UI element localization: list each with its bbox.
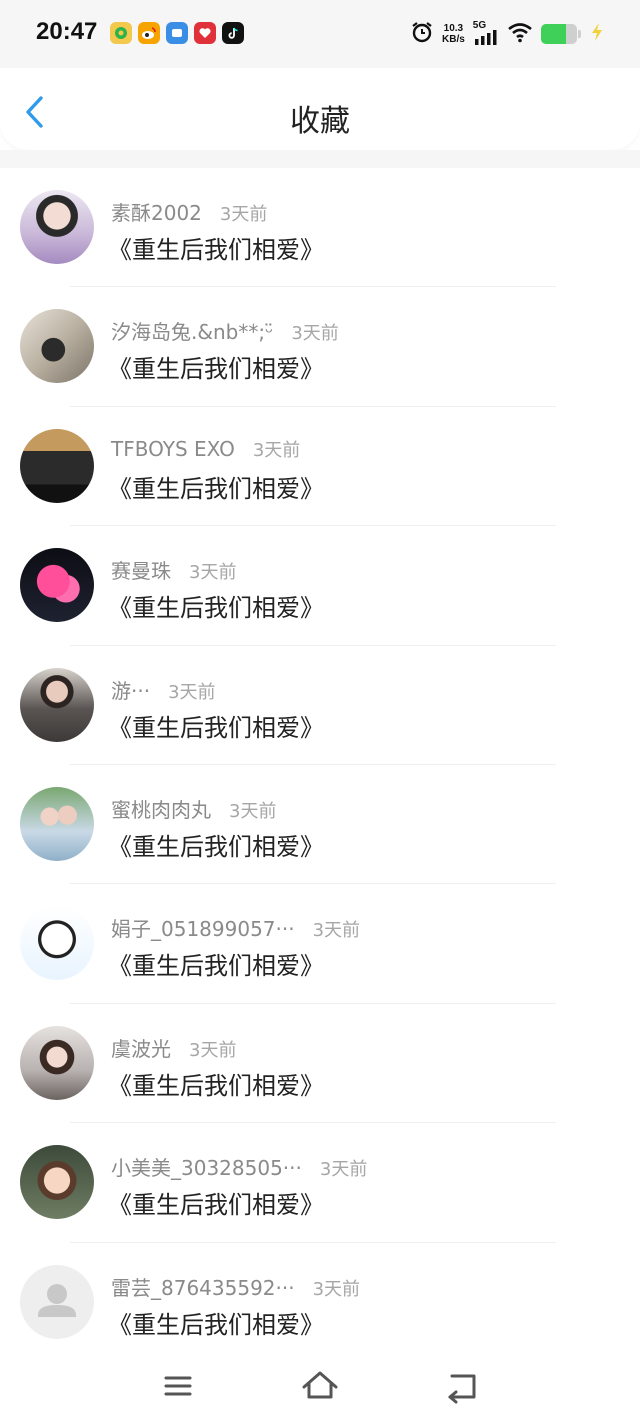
- favorite-title[interactable]: 《重生后我们相爱》: [108, 349, 324, 384]
- avatar[interactable]: [20, 428, 94, 503]
- avatar[interactable]: [20, 1025, 94, 1100]
- title-bar: 收藏: [0, 68, 640, 150]
- favorite-title[interactable]: 《重生后我们相爱》: [108, 1066, 324, 1101]
- timestamp: 3天前: [312, 920, 361, 942]
- username[interactable]: 虞波光: [111, 1033, 171, 1062]
- notification-app-icons: [110, 22, 244, 44]
- signal-5g-icon: 5G: [473, 20, 499, 46]
- item-meta: 游··· 3天前: [111, 675, 216, 704]
- username[interactable]: TFBOYS EXO: [111, 437, 235, 461]
- battery-icon: [540, 24, 577, 44]
- item-meta: 赛曼珠 3天前: [111, 555, 236, 584]
- favorite-title[interactable]: 《重生后我们相爱》: [108, 946, 324, 981]
- favorite-title[interactable]: 《重生后我们相爱》: [108, 1185, 324, 1220]
- favorite-title[interactable]: 《重生后我们相爱》: [108, 708, 324, 743]
- alarm-icon: [410, 20, 434, 48]
- favorites-list[interactable]: 素酥2002 3天前 《重生后我们相爱》 汐海岛兔.&nb**;ᵕ̈ 3天前 《重生后我们…: [0, 168, 640, 1362]
- timestamp: 3天前: [319, 1159, 368, 1181]
- default-user-icon: [38, 1283, 76, 1317]
- network-speed: 10.3 KB/s: [442, 23, 465, 45]
- username[interactable]: 游···: [111, 675, 150, 704]
- favorite-title[interactable]: 《重生后我们相爱》: [108, 588, 324, 623]
- favorite-item[interactable]: 赛曼珠 3天前《重生后我们相爱》: [0, 526, 640, 646]
- timestamp: 3天前: [219, 204, 268, 225]
- favorite-title[interactable]: 《重生后我们相爱》: [108, 230, 324, 265]
- username[interactable]: 雷芸_876435592···: [111, 1272, 295, 1301]
- timestamp: 3天前: [189, 562, 237, 584]
- avatar[interactable]: [20, 548, 94, 623]
- favorite-item[interactable]: 雷芸_876435592··· 3天前《重生后我们相爱》: [0, 1243, 640, 1362]
- timestamp: 3天前: [189, 1039, 237, 1061]
- item-meta: TFBOYS EXO 3天前: [111, 436, 300, 462]
- username[interactable]: 汐海岛兔.&nb**;ᵕ̈: [111, 316, 273, 345]
- favorite-title[interactable]: 《重生后我们相爱》: [108, 469, 324, 504]
- timestamp: 3天前: [252, 439, 301, 461]
- timestamp: 3天前: [291, 323, 339, 345]
- item-meta: 虞波光 3天前: [111, 1033, 236, 1062]
- header-divider: [0, 150, 640, 168]
- menu-button[interactable]: [158, 1366, 198, 1406]
- timestamp: 3天前: [168, 681, 216, 703]
- tiktok-icon: [222, 22, 244, 44]
- battery-indicator: [540, 24, 581, 44]
- avatar[interactable]: [20, 190, 94, 264]
- favorite-item[interactable]: 蜜桃肉肉丸 3天前《重生后我们相爱》: [0, 765, 640, 885]
- item-meta: 蜜桃肉肉丸 3天前: [111, 794, 276, 823]
- username[interactable]: 娟子_051899057···: [111, 913, 295, 942]
- back-nav-button[interactable]: [442, 1366, 482, 1406]
- favorite-item[interactable]: 汐海岛兔.&nb**;ᵕ̈ 3天前《重生后我们相爱》: [0, 287, 640, 407]
- home-button[interactable]: [300, 1366, 340, 1406]
- avatar[interactable]: [20, 1145, 94, 1220]
- status-bar: 20:47 10.3 KB/s 5G: [0, 0, 640, 68]
- favorite-item[interactable]: 小美美_30328505··· 3天前《重生后我们相爱》: [0, 1123, 640, 1243]
- username[interactable]: 赛曼珠: [111, 555, 171, 584]
- system-icons: 10.3 KB/s 5G: [410, 20, 605, 48]
- qq-music-icon: [110, 22, 132, 44]
- username[interactable]: 素酥2002: [111, 197, 202, 226]
- system-navigation-bar: [0, 1352, 640, 1422]
- avatar[interactable]: [20, 309, 94, 384]
- favorite-item[interactable]: 虞波光 3天前《重生后我们相爱》: [0, 1004, 640, 1124]
- item-meta: 雷芸_876435592··· 3天前: [111, 1272, 360, 1301]
- favorite-item[interactable]: 游··· 3天前《重生后我们相爱》: [0, 646, 640, 765]
- app-icon: [166, 22, 188, 44]
- item-meta: 素酥2002 3天前: [111, 197, 267, 226]
- favorite-item[interactable]: 素酥2002 3天前《重生后我们相爱》: [0, 168, 640, 288]
- avatar[interactable]: [20, 906, 94, 981]
- charging-icon: [589, 22, 605, 46]
- favorite-item[interactable]: 娟子_051899057··· 3天前《重生后我们相爱》: [0, 884, 640, 1004]
- wifi-icon: [507, 21, 533, 47]
- username[interactable]: 小美美_30328505···: [111, 1152, 302, 1181]
- weibo-icon: [138, 22, 160, 44]
- return-icon: [448, 1374, 476, 1404]
- page-title: 收藏: [290, 104, 350, 139]
- battery-fill: [540, 24, 566, 44]
- favorite-title[interactable]: 《重生后我们相爱》: [108, 1305, 324, 1340]
- menu-icon: [164, 1376, 192, 1396]
- timestamp: 3天前: [229, 800, 277, 822]
- favorite-title[interactable]: 《重生后我们相爱》: [108, 827, 324, 862]
- favorite-item[interactable]: TFBOYS EXO 3天前《重生后我们相爱》: [0, 407, 640, 527]
- home-icon: [302, 1371, 338, 1399]
- avatar[interactable]: [20, 1264, 94, 1339]
- avatar[interactable]: [20, 667, 94, 742]
- timestamp: 3天前: [312, 1278, 361, 1300]
- heart-app-icon: [194, 22, 216, 44]
- status-time: 20:47: [36, 18, 98, 45]
- item-meta: 小美美_30328505··· 3天前: [111, 1152, 367, 1181]
- item-meta: 汐海岛兔.&nb**;ᵕ̈ 3天前: [111, 316, 339, 345]
- avatar[interactable]: [20, 786, 94, 861]
- item-meta: 娟子_051899057··· 3天前: [111, 913, 360, 942]
- username[interactable]: 蜜桃肉肉丸: [111, 794, 211, 823]
